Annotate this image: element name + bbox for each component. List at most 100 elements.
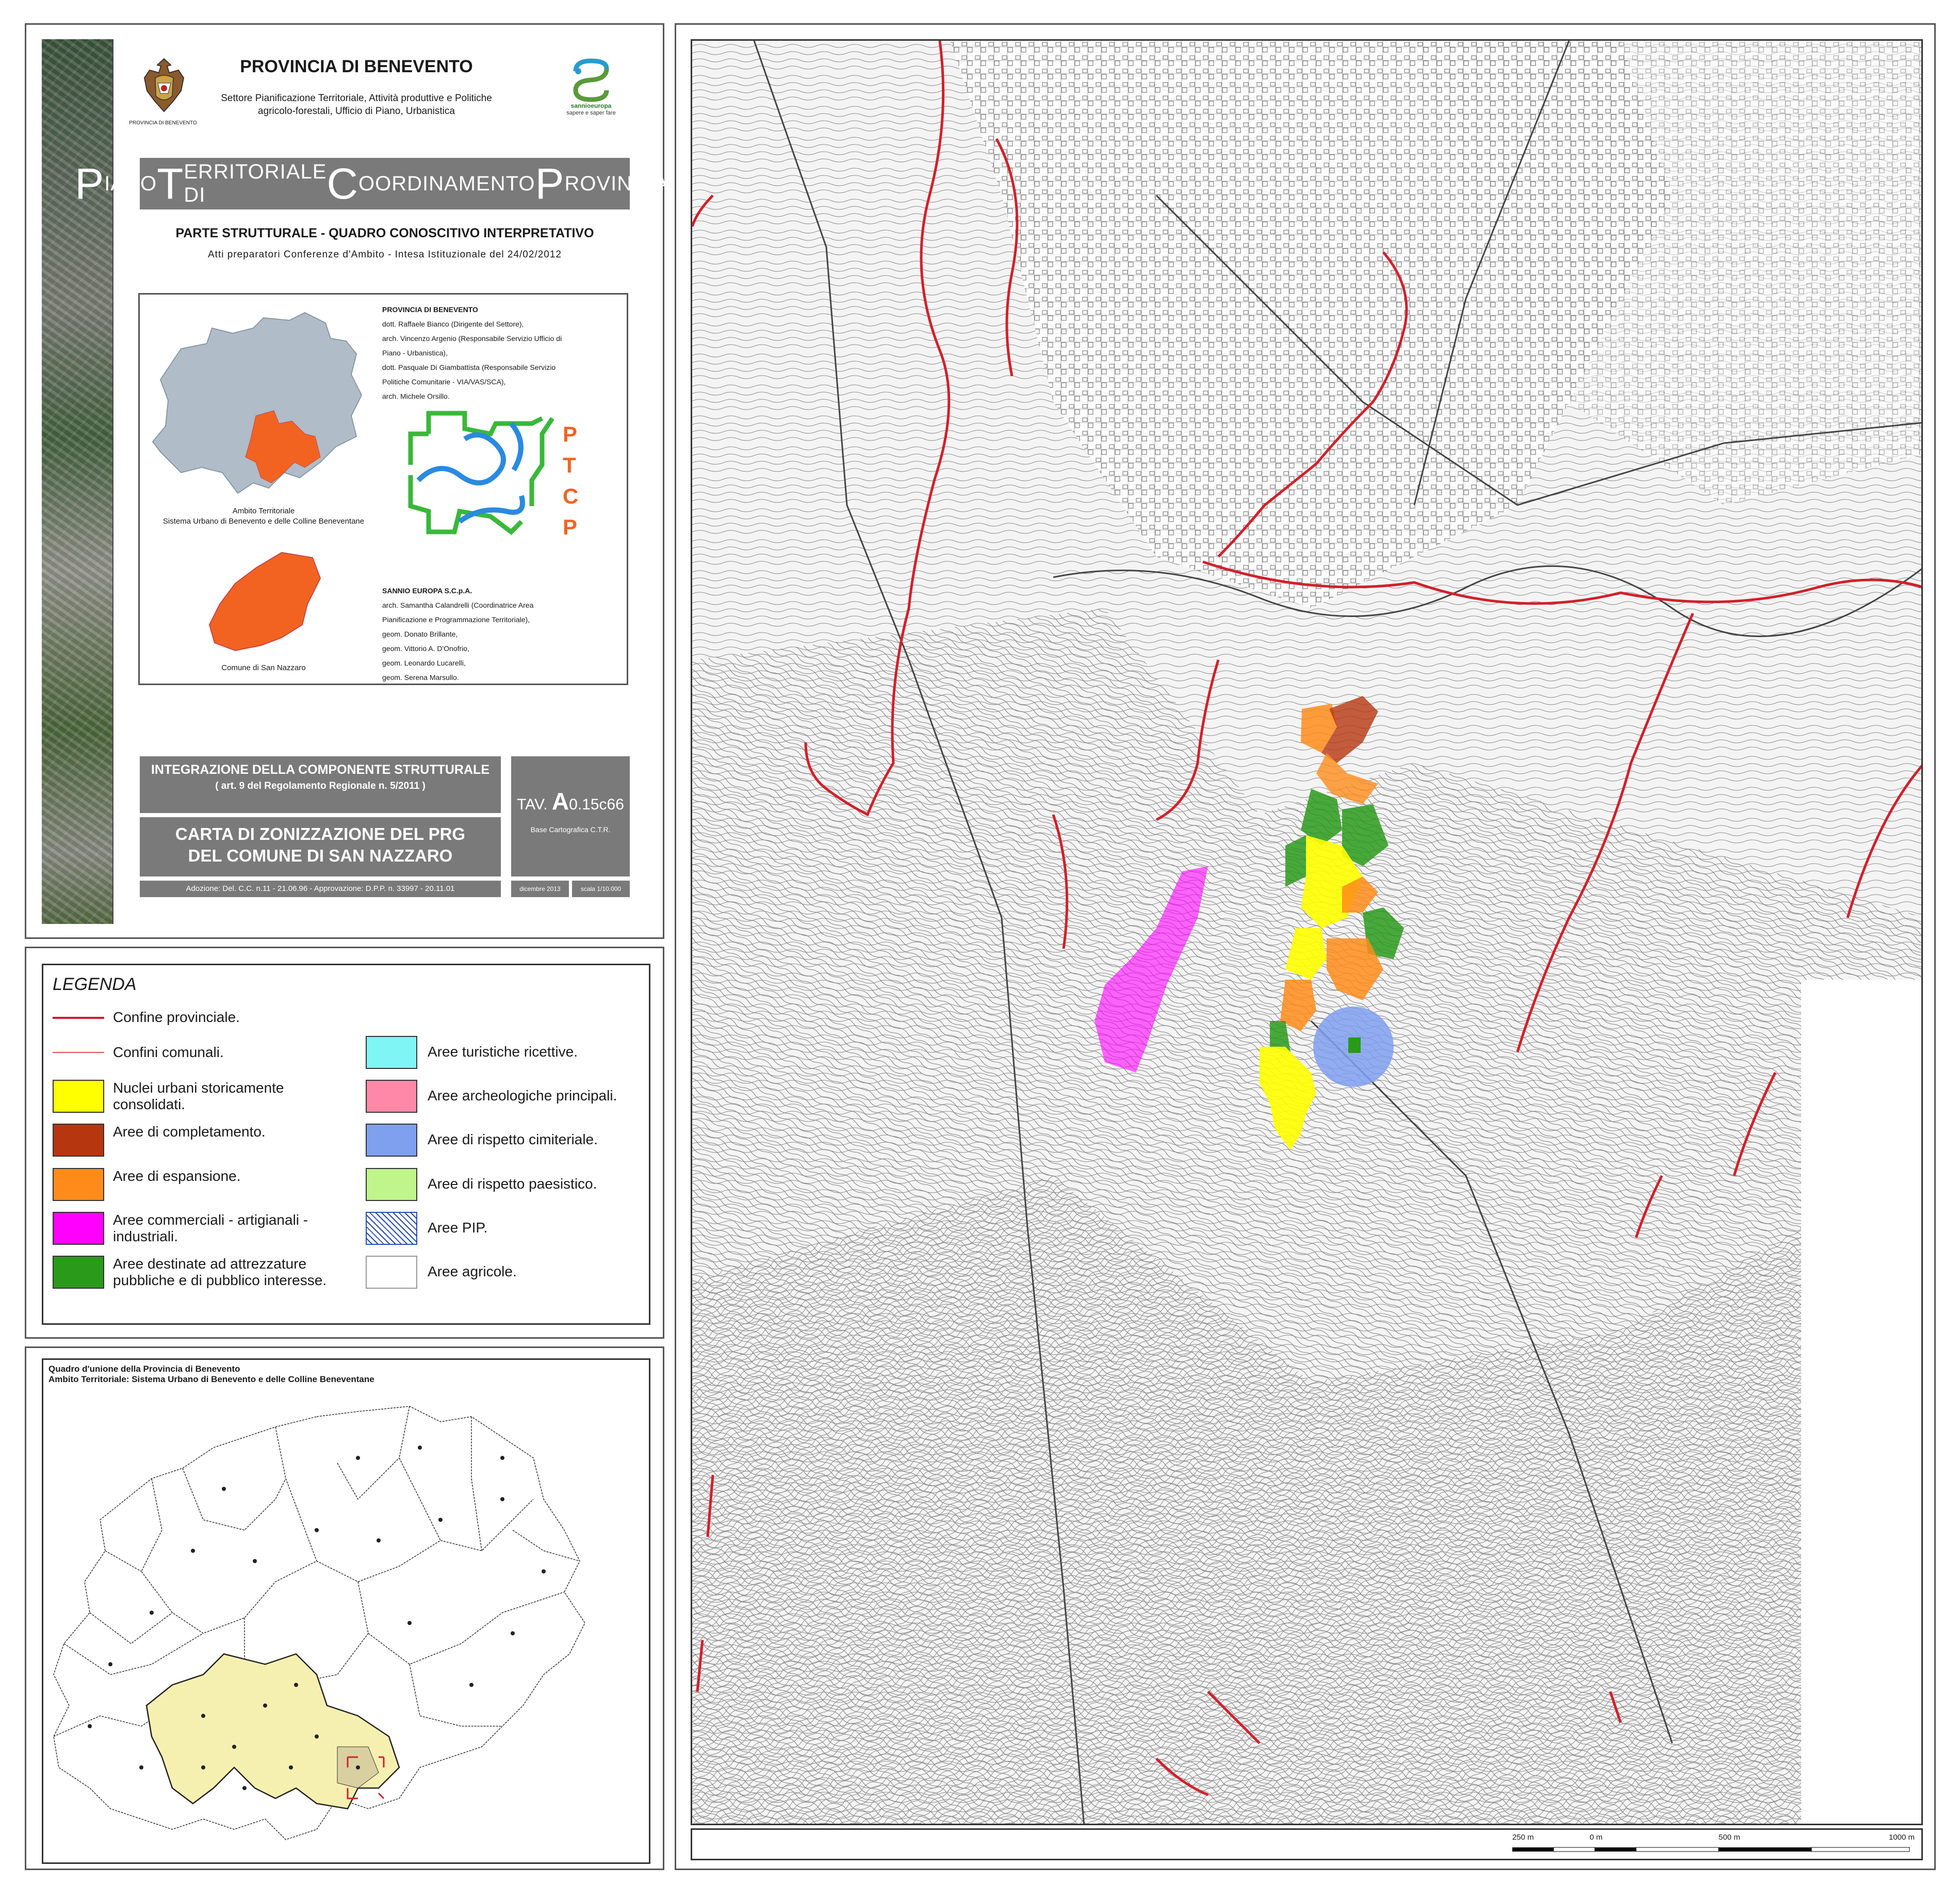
legend-label: Confine provinciale. xyxy=(113,1009,240,1025)
integration-article: ( art. 9 del Regolamento Regionale n. 5/… xyxy=(215,781,426,791)
sannio-credits-title: SANNIO EUROPA S.C.p.A. xyxy=(382,587,472,595)
ptcp-letter-p: P xyxy=(563,422,577,446)
credit-line: geom. Vittorio A. D'Onofrio, xyxy=(382,644,469,653)
legend-frame: LEGENDA Confine provinciale. Confini com… xyxy=(42,964,650,1325)
ambito-caption: Ambito Territoriale Sistema Urbano di Be… xyxy=(142,506,385,527)
section-title: PARTE STRUTTURALE - QUADRO CONOSCITIVO I… xyxy=(175,226,594,240)
comune-san-nazzaro-map xyxy=(208,551,321,652)
legend-swatch-confini-comunali xyxy=(53,1052,104,1053)
inset-title-line1: Quadro d'unione della Provincia di Benev… xyxy=(48,1364,240,1374)
credit-line: geom. Donato Brillante, xyxy=(382,630,458,638)
atti-preparatori: Atti preparatori Conferenze d'Ambito - I… xyxy=(208,249,562,260)
legend-swatch-aree-agricole xyxy=(366,1256,417,1289)
scale-label: 250 m xyxy=(1512,1833,1534,1842)
adozione-text: Adozione: Del. C.C. n.11 - 21.06.96 - Ap… xyxy=(140,881,501,897)
zoning-map xyxy=(692,41,1921,1824)
date-box: dicembre 2013 xyxy=(511,881,569,897)
legend-swatch-aree-attrezzature xyxy=(53,1256,104,1289)
scale-bar xyxy=(1512,1847,1910,1852)
partner-logo-motto: sapere e saper fare xyxy=(566,110,616,116)
province-credits-title: PROVINCIA DI BENEVENTO xyxy=(382,305,478,314)
ambito-caption-line1: Ambito Territoriale xyxy=(232,507,295,515)
banner-initial: C xyxy=(326,159,359,208)
legend-label: Confini comunali. xyxy=(113,1044,224,1060)
main-map-panel: 250 m 0 m 500 m 1000 m xyxy=(675,23,1936,1870)
legend-label: Aree PIP. xyxy=(428,1220,488,1236)
credit-line: dott. Pasquale Di Giambattista (Responsa… xyxy=(382,363,556,371)
legend-label: Aree turistiche ricettive. xyxy=(428,1044,578,1060)
legend-label: Aree destinate ad attrezzature pubbliche… xyxy=(113,1256,327,1288)
ptcp-letter-c: C xyxy=(563,484,578,508)
legend-swatch-aree-commerciali xyxy=(53,1212,104,1245)
legend-swatch-nuclei-urbani xyxy=(53,1080,104,1113)
ambito-territoriale-map xyxy=(152,312,363,494)
scale-box: scala 1/10.000 xyxy=(572,881,630,897)
legend-swatch-aree-archeologiche xyxy=(366,1080,417,1113)
ptcp-letter-t: T xyxy=(563,453,576,477)
credit-line: arch. Vincenzo Argenio (Responsabile Ser… xyxy=(382,334,562,343)
banner-word: ERRITORIALE DI xyxy=(184,160,327,206)
scale-label: 0 m xyxy=(1590,1833,1603,1842)
legend-label: Aree di espansione. xyxy=(113,1168,241,1184)
province-credits: PROVINCIA DI BENEVENTO dott. Raffaele Bi… xyxy=(382,302,625,403)
legend-swatch-aree-espansione xyxy=(53,1168,104,1201)
tav-code-letter: A xyxy=(551,788,569,815)
inset-frame: Quadro d'unione della Provincia di Benev… xyxy=(42,1358,650,1864)
ambito-caption-line2: Sistema Urbano di Benevento e delle Coll… xyxy=(162,517,365,526)
integration-box: INTEGRAZIONE DELLA COMPONENTE STRUTTURAL… xyxy=(140,756,501,813)
banner-initial: P xyxy=(535,159,565,208)
legend-title: LEGENDA xyxy=(53,975,137,994)
comune-caption: Comune di San Nazzaro xyxy=(221,663,306,672)
sannio-europa-caption: sannioeuropa sapere e saper fare xyxy=(555,102,627,117)
legend-label: Aree di completamento. xyxy=(113,1124,266,1140)
carta-title-line1: CARTA DI ZONIZZAZIONE DEL PRG xyxy=(175,824,466,843)
legend-swatch-rispetto-cimiteriale xyxy=(366,1124,417,1157)
scale-label: 1000 m xyxy=(1889,1833,1915,1842)
ptcp-title-banner: P IANO T ERRITORIALE DI C OORDINAMENTO P ROV… xyxy=(75,158,694,209)
province-title: PROVINCIA DI BENEVENTO xyxy=(240,57,473,76)
main-map-frame xyxy=(691,39,1923,1825)
title-block-panel: PROVINCIA DI BENEVENTO PROVINCIA DI BENE… xyxy=(25,23,694,939)
sannio-europa-credits: SANNIO EUROPA S.C.p.A. arch. Samantha Ca… xyxy=(382,583,625,685)
credit-line: dott. Raffaele Bianco (Dirigente del Set… xyxy=(382,320,524,328)
legend-label: Nuclei urbani storicamente consolidati. xyxy=(113,1080,284,1112)
legend-label: Aree agricole. xyxy=(428,1263,517,1279)
zone-cimitero xyxy=(1348,1037,1361,1053)
base-cartografica: Base Cartografica C.T.R. xyxy=(530,825,611,834)
legend-swatch-aree-pip xyxy=(366,1212,417,1245)
legend-swatch-confine-provinciale xyxy=(53,1017,104,1019)
carta-title-line2: DEL COMUNE DI SAN NAZZARO xyxy=(188,846,453,865)
info-box: Ambito Territoriale Sistema Urbano di Be… xyxy=(138,293,628,685)
partner-logo-name: sannioeuropa xyxy=(570,102,612,109)
ptcp-letter-p2: P xyxy=(563,515,577,539)
crest-caption: PROVINCIA DI BENEVENTO xyxy=(129,120,197,126)
scale-label: 500 m xyxy=(1719,1833,1740,1842)
inset-title: Quadro d'unione della Provincia di Benev… xyxy=(48,1364,374,1385)
inset-title-line2: Ambito Territoriale: Sistema Urbano di B… xyxy=(48,1374,374,1384)
legend-panel: LEGENDA Confine provinciale. Confini com… xyxy=(25,947,664,1339)
legend-swatch-rispetto-paesistico xyxy=(366,1168,417,1201)
banner-word: OORDINAMENTO xyxy=(358,172,535,195)
department-subtitle: Settore Pianificazione Territoriale, Att… xyxy=(221,93,492,117)
banner-initial: T xyxy=(157,159,184,208)
scale-bar-strip: 250 m 0 m 500 m 1000 m xyxy=(691,1828,1923,1860)
credit-line: arch. Michele Orsillo. xyxy=(382,392,450,400)
ptcp-logo: P T C P xyxy=(408,411,578,539)
legend-swatch-aree-turistiche xyxy=(366,1036,417,1069)
legend-label: Aree di rispetto paesistico. xyxy=(428,1176,597,1192)
province-key-map xyxy=(53,1406,585,1840)
credit-line: geom. Leonardo Lucarelli, xyxy=(382,659,466,667)
banner-word: IANO xyxy=(104,172,157,195)
legend-label: Aree archeologiche principali. xyxy=(428,1087,617,1103)
tav-box: TAV. A0.15c66 Base Cartografica C.T.R. xyxy=(511,756,630,876)
inset-panel: Quadro d'unione della Provincia di Benev… xyxy=(25,1346,664,1870)
credit-line: arch. Samantha Calandrelli (Coordinatric… xyxy=(382,601,534,609)
tav-code-number: 0.15c66 xyxy=(569,796,624,813)
credit-line: Pianificazione e Programmazione Territor… xyxy=(382,615,530,624)
legend-label: Aree commerciali - artigianali - industr… xyxy=(113,1212,308,1244)
credit-line: Politiche Comunitarie - VIA/VAS/SCA), xyxy=(382,378,506,386)
legend-swatch-aree-completamento xyxy=(53,1124,104,1157)
banner-initial: P xyxy=(75,159,105,208)
carta-title-box: CARTA DI ZONIZZAZIONE DEL PRG DEL COMUNE… xyxy=(140,817,501,876)
tav-label: TAV. A0.15c66 xyxy=(511,787,630,815)
